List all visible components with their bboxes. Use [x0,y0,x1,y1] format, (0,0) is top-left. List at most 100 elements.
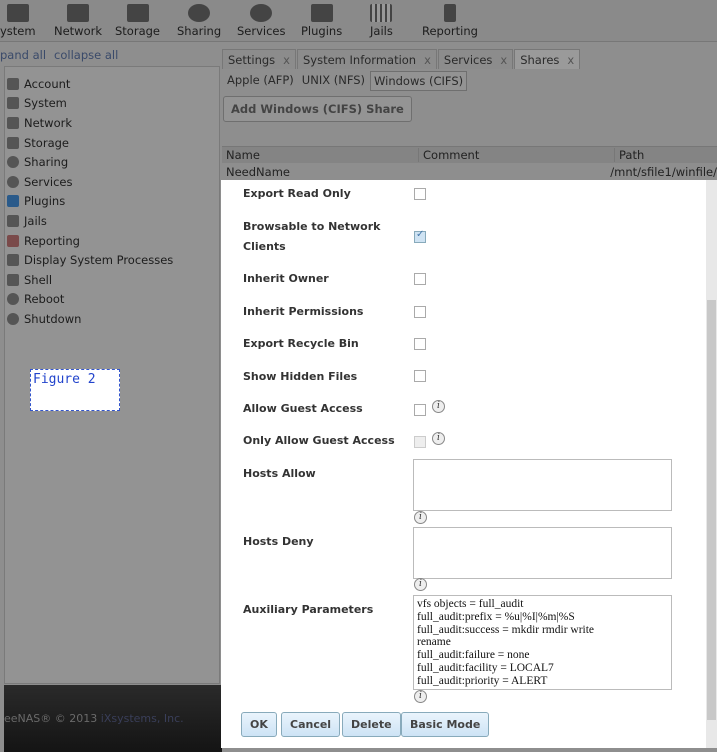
hosts-deny-label: Hosts Deny [243,535,314,548]
network-icon [7,116,19,129]
sidebar: Account System Network Storage Sharing S… [4,74,218,329]
subtab-afp[interactable]: Apple (AFP) [224,71,297,91]
column-name[interactable]: Name [222,148,418,162]
sidebar-item-network[interactable]: Network [4,113,218,133]
only-guest-checkbox[interactable] [414,436,426,448]
tab-bar: Settings x System Information x Services x … [222,49,581,69]
delete-button[interactable]: Delete [342,712,401,737]
storage-icon [7,136,19,149]
plugins-icon [7,195,19,208]
info-icon[interactable]: i [432,432,445,445]
column-comment[interactable]: Comment [418,148,614,162]
export-read-only-label: Export Read Only [243,187,351,200]
system-icon [6,4,29,22]
browsable-label-cont: Clients [243,240,286,253]
close-icon[interactable]: x [500,53,507,67]
allow-guest-checkbox[interactable] [414,404,426,416]
dialog-scrollbar[interactable] [706,180,717,748]
account-icon [7,77,19,90]
hosts-deny-input[interactable] [413,527,672,579]
nav-system[interactable]: ystem [0,4,36,38]
subtab-cifs[interactable]: Windows (CIFS) [370,71,468,91]
inherit-permissions-checkbox[interactable] [414,306,426,318]
system-icon [7,97,19,110]
sharing-icon [188,4,211,22]
sidebar-item-reporting[interactable]: Reporting [4,231,218,251]
sidebar-item-shell[interactable]: Shell [4,270,218,290]
auxiliary-parameters-input[interactable]: vfs objects = full_audit full_audit:pref… [413,595,672,690]
top-navigation: ystem Network Storage Sharing Services P… [0,0,717,42]
column-path[interactable]: Path [614,148,717,162]
share-type-tabs: Apple (AFP) UNIX (NFS) Windows (CIFS) [224,71,469,91]
scrollbar-thumb[interactable] [707,300,716,720]
table-row[interactable]: NeedName /mnt/sfile1/winfile/ [222,163,717,180]
footer: eeNAS® © 2013 iXsystems, Inc. [4,685,222,752]
edit-share-dialog: Export Read Only Browsable to Network Cl… [221,180,717,748]
sidebar-item-sharing[interactable]: Sharing [4,152,218,172]
sidebar-item-services[interactable]: Services [4,172,218,192]
table-header: Name Comment Path [222,146,717,163]
sidebar-item-jails[interactable]: Jails [4,211,218,231]
tab-system-information[interactable]: System Information x [296,49,437,69]
processes-icon [7,254,19,267]
sidebar-item-storage[interactable]: Storage [4,133,218,153]
sharing-icon [7,156,19,169]
sidebar-item-display-system-processes[interactable]: Display System Processes [4,250,218,270]
company-link[interactable]: iXsystems, Inc. [101,712,184,725]
browsable-checkbox[interactable] [414,229,426,243]
nav-plugins[interactable]: Plugins [301,4,342,38]
sidebar-item-shutdown[interactable]: Shutdown [4,309,218,329]
ok-button[interactable]: OK [241,712,277,737]
subtab-nfs[interactable]: UNIX (NFS) [299,71,368,91]
nav-network[interactable]: Network [54,4,102,38]
only-guest-label: Only Allow Guest Access [243,434,395,447]
sidebar-item-plugins[interactable]: Plugins [4,192,218,212]
nav-reporting[interactable]: Reporting [422,4,478,38]
cancel-button[interactable]: Cancel [281,712,341,737]
plugins-icon [310,4,333,22]
collapse-all-link[interactable]: collapse all [54,48,118,62]
inherit-permissions-label: Inherit Permissions [243,305,364,318]
nav-jails[interactable]: Jails [370,4,393,38]
close-icon[interactable]: x [567,53,574,67]
info-icon[interactable]: i [432,400,445,413]
close-icon[interactable]: x [283,53,290,67]
browsable-label: Browsable to Network [243,220,381,233]
jails-icon [7,214,19,227]
info-icon[interactable]: i [414,690,427,703]
hosts-allow-label: Hosts Allow [243,467,316,480]
inherit-owner-checkbox[interactable] [414,273,426,285]
nav-storage[interactable]: Storage [115,4,160,38]
shares-table: Name Comment Path NeedName /mnt/sfile1/w… [222,146,717,180]
reporting-icon [443,4,456,22]
export-recycle-bin-label: Export Recycle Bin [243,337,359,350]
tab-services[interactable]: Services x [437,49,514,69]
info-icon[interactable]: i [414,511,427,524]
export-read-only-checkbox[interactable] [414,188,426,200]
add-cifs-share-button[interactable]: Add Windows (CIFS) Share [223,96,412,122]
tab-shares[interactable]: Shares x [514,49,581,69]
hosts-allow-input[interactable] [413,459,672,511]
storage-icon [126,4,149,22]
network-icon [67,4,90,22]
copyright-text: eeNAS® © 2013 [4,712,98,725]
export-recycle-bin-checkbox[interactable] [414,338,426,350]
services-icon [7,175,19,188]
sidebar-item-system[interactable]: System [4,94,218,114]
tab-settings[interactable]: Settings x [222,49,296,69]
inherit-owner-label: Inherit Owner [243,272,329,285]
info-icon[interactable]: i [414,578,427,591]
close-icon[interactable]: x [424,53,431,67]
allow-guest-label: Allow Guest Access [243,402,363,415]
show-hidden-files-checkbox[interactable] [414,370,426,382]
nav-services[interactable]: Services [237,4,286,38]
shell-icon [7,273,19,286]
show-hidden-files-label: Show Hidden Files [243,370,358,383]
expand-all-link[interactable]: pand all [0,48,46,62]
sidebar-item-reboot[interactable]: Reboot [4,290,218,310]
nav-sharing[interactable]: Sharing [177,4,221,38]
cell-path: /mnt/sfile1/winfile/ [610,164,717,179]
basic-mode-button[interactable]: Basic Mode [401,712,490,737]
jails-icon [370,4,393,22]
sidebar-item-account[interactable]: Account [4,74,218,94]
